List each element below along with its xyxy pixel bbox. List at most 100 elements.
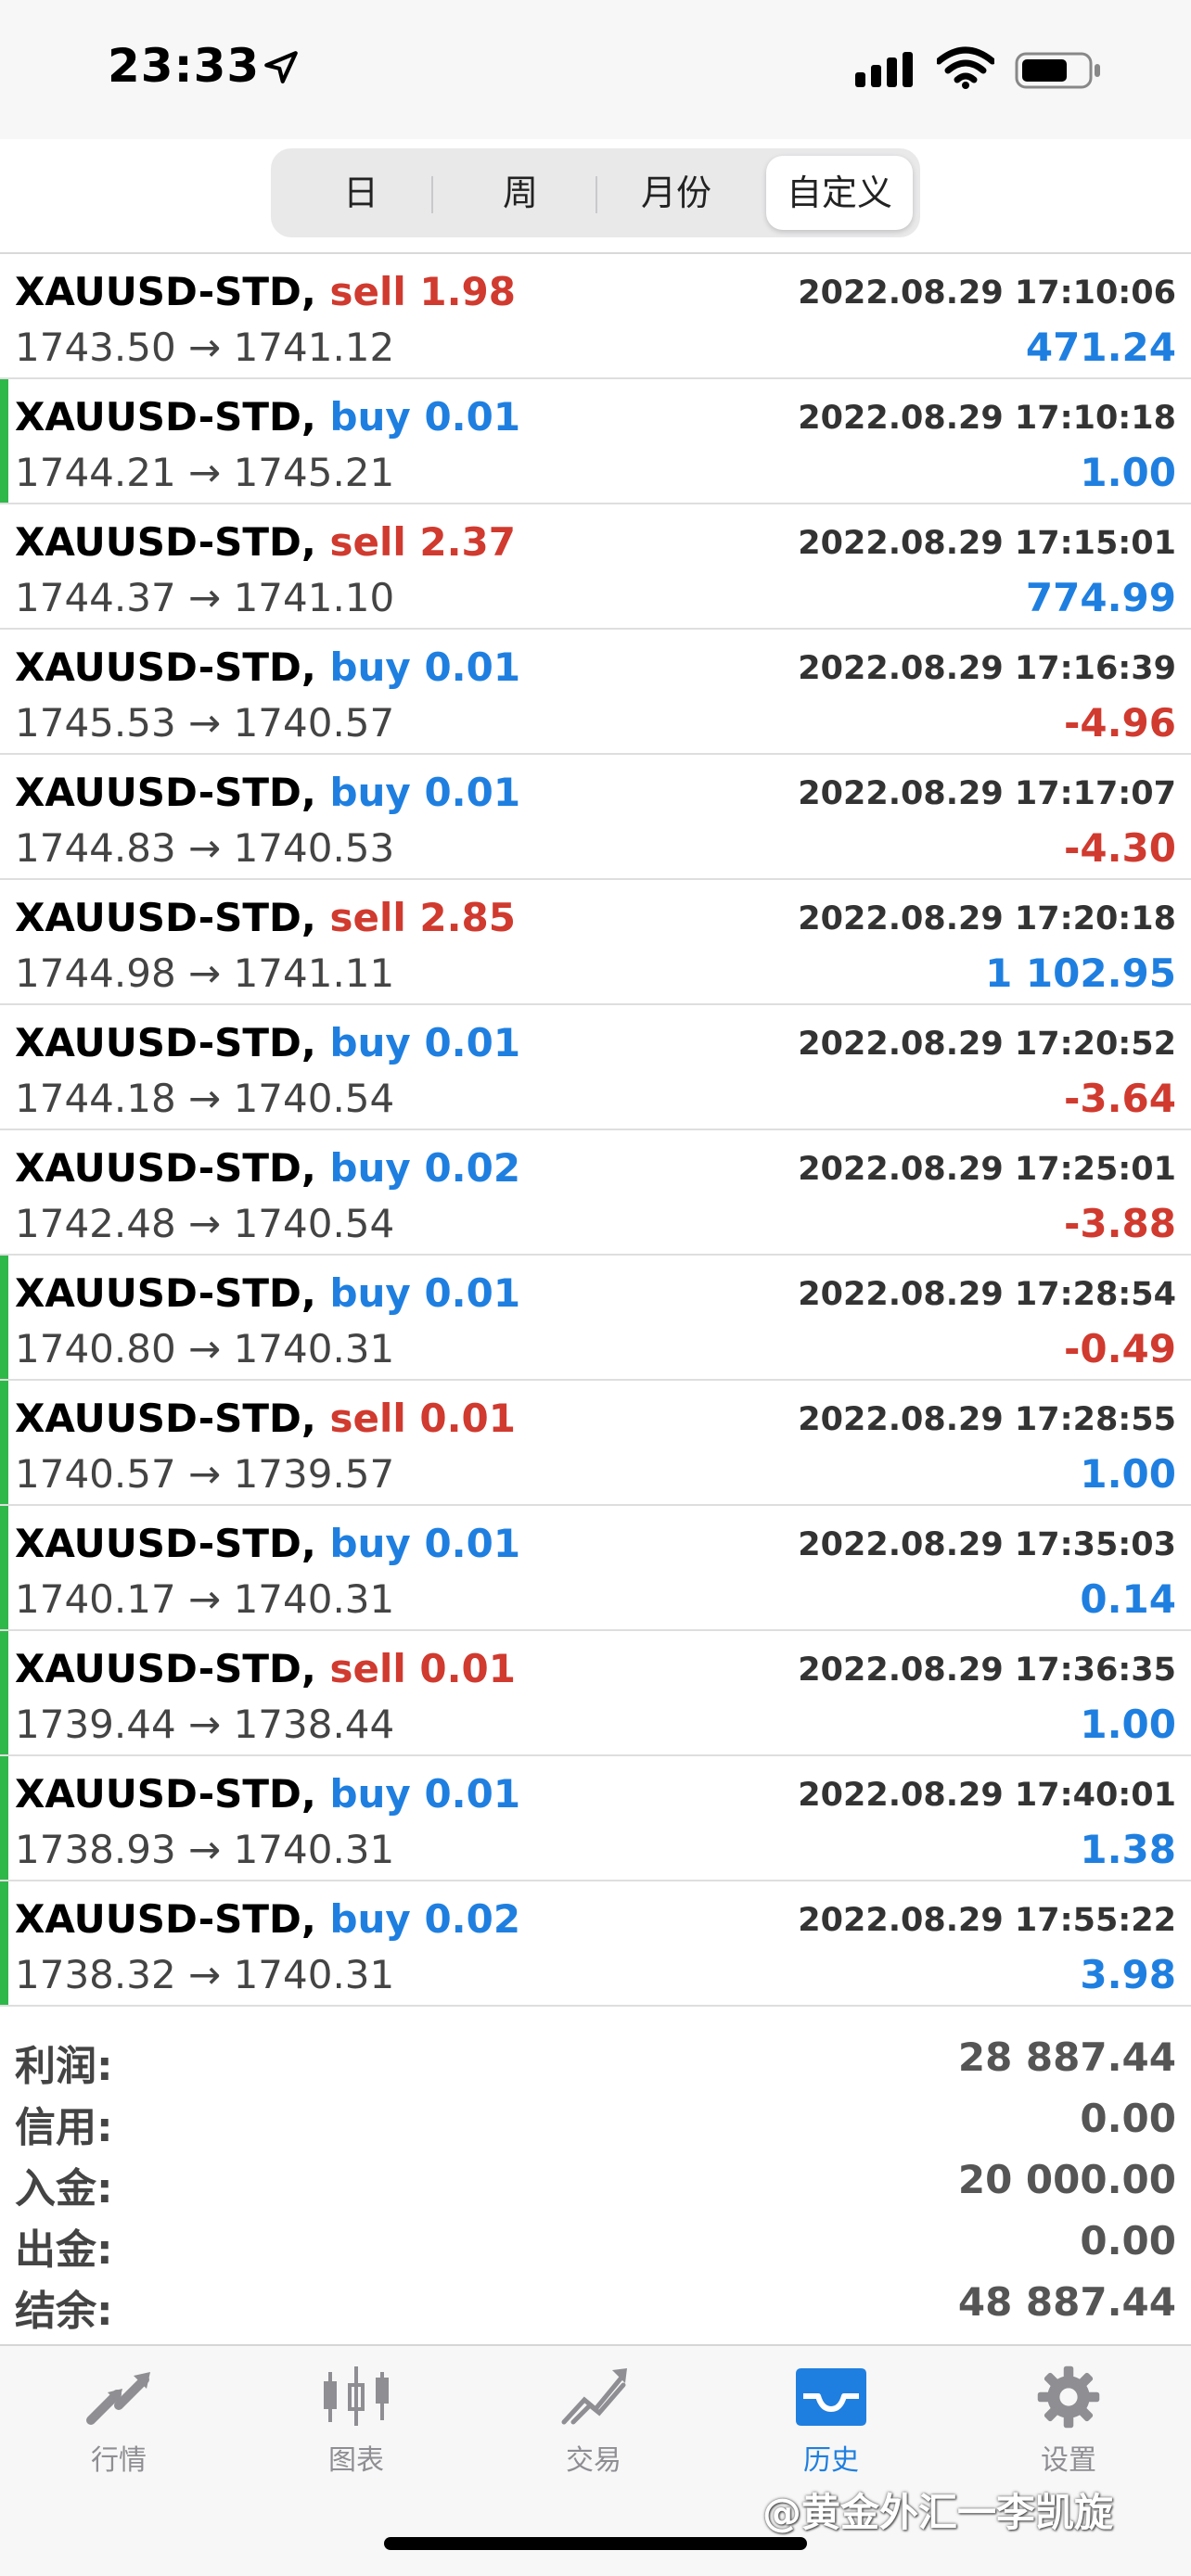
deal-prices: 1744.37 → 1741.10	[15, 575, 395, 620]
summary-label: 信用:	[15, 2104, 113, 2151]
deal-prices: 1744.83 → 1740.53	[15, 825, 395, 871]
deal-prices: 1744.18 → 1740.54	[15, 1076, 395, 1121]
deal-prices: 1744.21 → 1745.21	[15, 450, 395, 495]
deal-row[interactable]: XAUUSD-STD, buy 0.01 2022.08.29 17:35:03 1…	[0, 1506, 1191, 1631]
deal-symbol: XAUUSD-STD,	[15, 1396, 316, 1441]
deal-prices: 1738.93 → 1740.31	[15, 1827, 395, 1872]
deal-history-list: XAUUSD-STD, sell 1.98 2022.08.29 17:10:06…	[0, 252, 1191, 2007]
watermark: @黄金外汇一李凯旋	[762, 2490, 1114, 2535]
segment-divider	[431, 176, 433, 213]
deal-volume: 0.01	[424, 1771, 521, 1817]
deal-volume: 0.01	[419, 1396, 517, 1441]
deal-profit: 3.98	[1080, 1952, 1176, 1997]
account-summary: 利润: 28 887.44 信用: 0.00 入金: 20 000.00 出金: 0.00 结余…	[0, 2027, 1191, 2335]
deal-volume: 2.37	[419, 519, 517, 565]
summary-value: 48 887.44	[957, 2279, 1176, 2325]
deal-volume: 0.01	[424, 1270, 521, 1316]
summary-row: 信用: 0.00	[0, 2088, 1191, 2151]
deal-symbol-line: XAUUSD-STD, sell 1.98	[15, 269, 516, 314]
deal-profit: 774.99	[1025, 575, 1176, 620]
deal-timestamp: 2022.08.29 17:17:07	[798, 775, 1176, 812]
gear-icon	[1037, 2366, 1100, 2429]
deal-side: sell	[329, 895, 406, 940]
deal-row[interactable]: XAUUSD-STD, buy 0.02 2022.08.29 17:25:01 1…	[0, 1130, 1191, 1256]
segment-custom[interactable]: 自定义	[766, 156, 913, 230]
deal-prices: 1740.17 → 1740.31	[15, 1576, 395, 1622]
battery-icon	[1015, 52, 1100, 89]
deal-side: sell	[329, 1396, 406, 1441]
deal-row[interactable]: XAUUSD-STD, sell 2.85 2022.08.29 17:20:18…	[0, 880, 1191, 1005]
tab-quotes[interactable]: 行情	[26, 2365, 211, 2478]
deal-symbol-line: XAUUSD-STD, buy 0.01	[15, 1521, 520, 1566]
deal-symbol: XAUUSD-STD,	[15, 519, 316, 565]
deal-symbol: XAUUSD-STD,	[15, 644, 316, 690]
deal-symbol: XAUUSD-STD,	[15, 1145, 316, 1191]
deal-row[interactable]: XAUUSD-STD, buy 0.01 2022.08.29 17:16:39 1…	[0, 630, 1191, 755]
status-time: 23:33	[108, 39, 261, 93]
tab-chart-label: 图表	[328, 2444, 384, 2477]
deal-profit: 1.00	[1080, 1702, 1176, 1747]
deal-side: buy	[329, 1771, 411, 1817]
segment-day[interactable]: 日	[282, 156, 440, 230]
summary-value: 0.00	[1080, 2096, 1176, 2141]
deal-row[interactable]: XAUUSD-STD, buy 0.01 2022.08.29 17:17:07 1…	[0, 755, 1191, 880]
tab-history[interactable]: 历史	[738, 2365, 924, 2478]
deal-prices: 1744.98 → 1741.11	[15, 950, 395, 996]
deal-symbol: XAUUSD-STD,	[15, 770, 316, 815]
deal-row[interactable]: XAUUSD-STD, buy 0.02 2022.08.29 17:55:22 1…	[0, 1881, 1191, 2007]
tab-settings[interactable]: 设置	[976, 2365, 1161, 2478]
deal-volume: 0.01	[424, 770, 521, 815]
deal-side: buy	[329, 1020, 411, 1065]
segment-month[interactable]: 月份	[597, 156, 755, 230]
summary-value: 0.00	[1080, 2218, 1176, 2264]
deal-symbol-line: XAUUSD-STD, buy 0.01	[15, 770, 520, 815]
deal-timestamp: 2022.08.29 17:16:39	[798, 650, 1176, 687]
deal-symbol-line: XAUUSD-STD, sell 0.01	[15, 1396, 516, 1441]
deal-symbol: XAUUSD-STD,	[15, 1020, 316, 1065]
deal-row[interactable]: XAUUSD-STD, buy 0.01 2022.08.29 17:28:54 1…	[0, 1256, 1191, 1381]
location-arrow-icon	[264, 51, 298, 83]
deal-prices: 1739.44 → 1738.44	[15, 1702, 395, 1747]
history-tray-icon	[796, 2368, 866, 2426]
deal-profit: -4.96	[1063, 700, 1176, 746]
deal-prices: 1738.32 → 1740.31	[15, 1952, 395, 1997]
deal-timestamp: 2022.08.29 17:20:52	[798, 1026, 1176, 1063]
deal-symbol-line: XAUUSD-STD, buy 0.02	[15, 1145, 520, 1191]
deal-timestamp: 2022.08.29 17:10:18	[798, 400, 1176, 437]
summary-value: 28 887.44	[957, 2034, 1176, 2080]
tab-quotes-label: 行情	[91, 2444, 147, 2477]
deal-row[interactable]: XAUUSD-STD, sell 2.37 2022.08.29 17:15:01…	[0, 504, 1191, 630]
deal-symbol-line: XAUUSD-STD, buy 0.01	[15, 644, 520, 690]
wifi-icon	[937, 46, 994, 89]
deal-volume: 0.01	[424, 394, 521, 440]
segment-week[interactable]: 周	[442, 156, 599, 230]
summary-row: 入金: 20 000.00	[0, 2149, 1191, 2213]
deal-profit: 1.00	[1080, 1451, 1176, 1497]
deal-side: sell	[329, 519, 406, 565]
summary-label: 入金:	[15, 2165, 113, 2213]
deal-profit: 1.38	[1080, 1827, 1176, 1872]
quotes-arrows-icon	[86, 2372, 150, 2425]
deal-profit: 1.00	[1080, 450, 1176, 495]
deal-row[interactable]: XAUUSD-STD, buy 0.01 2022.08.29 17:20:52 1…	[0, 1005, 1191, 1130]
deal-symbol: XAUUSD-STD,	[15, 1646, 316, 1691]
deal-symbol-line: XAUUSD-STD, sell 2.85	[15, 895, 516, 940]
deal-row[interactable]: XAUUSD-STD, buy 0.01 2022.08.29 17:10:18 1…	[0, 379, 1191, 504]
deal-prices: 1740.80 → 1740.31	[15, 1326, 395, 1371]
deal-side: buy	[329, 1145, 411, 1191]
deal-side: sell	[329, 1646, 406, 1691]
summary-label: 利润:	[15, 2043, 113, 2090]
deal-row[interactable]: XAUUSD-STD, sell 0.01 2022.08.29 17:36:35…	[0, 1631, 1191, 1756]
deal-row[interactable]: XAUUSD-STD, buy 0.01 2022.08.29 17:40:01 1…	[0, 1756, 1191, 1881]
deal-symbol-line: XAUUSD-STD, sell 2.37	[15, 519, 516, 565]
tab-trade[interactable]: 交易	[501, 2365, 686, 2478]
deal-volume: 0.01	[424, 1020, 521, 1065]
tab-chart[interactable]: 图表	[263, 2365, 449, 2478]
deal-profit: -4.30	[1063, 825, 1176, 871]
deal-symbol-line: XAUUSD-STD, buy 0.01	[15, 1020, 520, 1065]
deal-profit: 471.24	[1025, 325, 1176, 370]
deal-row[interactable]: XAUUSD-STD, sell 0.01 2022.08.29 17:28:55…	[0, 1381, 1191, 1506]
deal-row[interactable]: XAUUSD-STD, sell 1.98 2022.08.29 17:10:06…	[0, 254, 1191, 379]
deal-symbol-line: XAUUSD-STD, buy 0.02	[15, 1896, 520, 1942]
deal-profit: 0.14	[1080, 1576, 1176, 1622]
